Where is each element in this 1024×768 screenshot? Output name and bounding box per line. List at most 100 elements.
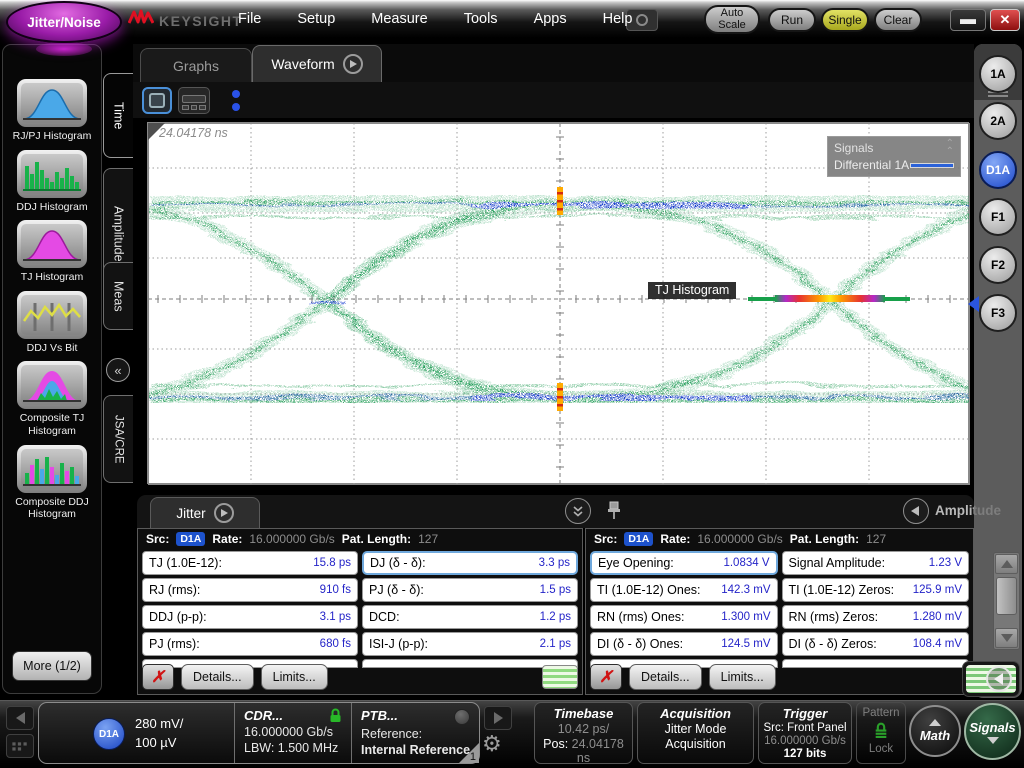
sidebar-item-tj-histogram[interactable]: TJ Histogram — [4, 220, 100, 284]
status-nav-right-button[interactable] — [484, 706, 512, 730]
tab-menu-button[interactable] — [343, 54, 363, 74]
signals-button[interactable]: Signals — [964, 703, 1021, 760]
tab-graphs[interactable]: Graphs — [140, 48, 252, 82]
more-graphs-button[interactable]: More (1/2) — [12, 651, 92, 681]
amplitude-remove-button[interactable]: ✗ — [590, 664, 622, 690]
waveform-display[interactable]: 24.04178 ns Signals ⌃⌃ Differential 1A T… — [147, 122, 969, 484]
cdr-section[interactable]: CDR... 16.000000 Gb/s LBW: 1.500 MHz — [234, 703, 351, 763]
signal-button-d1a[interactable]: D1A — [979, 151, 1017, 189]
vtab-meas[interactable]: Meas — [103, 262, 133, 330]
pin-icon — [606, 500, 622, 520]
close-icon: ✕ — [1000, 12, 1011, 28]
menu-tools[interactable]: Tools — [464, 11, 498, 27]
vtab-jsacre[interactable]: JSA/CRE — [103, 395, 133, 483]
amplitude-expand-button[interactable] — [903, 498, 929, 524]
measurement-cell-signal-amplitude[interactable]: Signal Amplitude:1.23 V — [782, 551, 970, 575]
ptb-section[interactable]: PTB... Reference: Internal Reference 1 — [351, 703, 479, 763]
status-nav-left-button[interactable] — [6, 706, 34, 730]
menu-setup[interactable]: Setup — [297, 11, 335, 27]
acquisition-section[interactable]: Acquisition Jitter Mode Acquisition — [637, 702, 754, 764]
restore-panel-button[interactable] — [962, 661, 1020, 697]
pin-results-button[interactable] — [606, 500, 622, 525]
right-arrow-icon — [494, 712, 503, 724]
channel-badge[interactable]: D1A — [93, 718, 125, 750]
source-badge: D1A — [624, 532, 653, 546]
measurement-cell-rj[interactable]: RJ (rms):910 fs — [142, 578, 358, 602]
green-bars-histogram-icon — [17, 150, 87, 198]
close-button[interactable]: ✕ — [990, 9, 1020, 31]
sidebar-item-composite-ddj-histogram[interactable]: Composite DDJ Histogram — [4, 445, 100, 521]
jitter-display-toggle[interactable] — [542, 665, 578, 689]
jitter-details-button[interactable]: Details... — [181, 664, 254, 690]
rate-label: Rate: — [660, 532, 690, 546]
channel-section[interactable]: D1A 280 mV/ 100 µV — [39, 703, 234, 763]
jitter-limits-button[interactable]: Limits... — [261, 664, 328, 690]
jitter-tab-menu-button[interactable] — [214, 503, 234, 523]
measurement-cell-pj-dd[interactable]: PJ (δ - δ):1.5 ps — [362, 578, 578, 602]
measurement-cell-di-zeros[interactable]: DI (δ - δ) Zeros:108.4 mV — [782, 632, 970, 656]
measurement-cell-dj[interactable]: DJ (δ - δ):3.3 ps — [362, 551, 578, 575]
measurement-cell-rn-zeros[interactable]: RN (rms) Zeros:1.280 mV — [782, 605, 970, 629]
tab-jitter[interactable]: Jitter — [150, 497, 260, 528]
scrollbar-thumb[interactable] — [996, 577, 1017, 615]
tj-histogram-annotation[interactable]: TJ Histogram — [648, 282, 736, 299]
jitter-remove-button[interactable]: ✗ — [142, 664, 174, 690]
amplitude-source-row: Src: D1A Rate: 16.000000 Gb/s Pat. Lengt… — [586, 529, 973, 549]
sidebar-item-ddj-vs-bit[interactable]: DDJ Vs Bit — [4, 291, 100, 355]
keysight-spark-icon — [128, 9, 154, 32]
measurement-cell-rn-ones[interactable]: RN (rms) Ones:1.300 mV — [590, 605, 778, 629]
menu-help[interactable]: Help — [603, 11, 633, 27]
amplitude-details-button[interactable]: Details... — [629, 664, 702, 690]
scroll-down-button[interactable] — [995, 628, 1018, 648]
measurement-cell-ddj[interactable]: DDJ (p-p):3.1 ps — [142, 605, 358, 629]
measurement-cell-di-ones[interactable]: DI (δ - δ) Ones:124.5 mV — [590, 632, 778, 656]
measurement-cell-isij[interactable]: ISI-J (p-p):2.1 ps — [362, 632, 578, 656]
signal-button-2a[interactable]: 2A — [979, 102, 1017, 140]
minimize-button[interactable]: ▬ — [950, 9, 986, 31]
results-scrollbar[interactable] — [993, 552, 1020, 650]
graph-sidebar: RJ/PJ Histogram DDJ Histogram TJ Histogr… — [2, 44, 102, 694]
menu-apps[interactable]: Apps — [534, 11, 567, 27]
pattern-lock-section[interactable]: Pattern Lock — [856, 702, 906, 764]
math-button[interactable]: Math — [909, 705, 961, 757]
timebase-section[interactable]: Timebase 10.42 ps/ Pos: 24.04178 ns — [534, 702, 633, 764]
settings-button[interactable]: ⚙ — [482, 731, 502, 757]
measurement-cell-pj-rms[interactable]: PJ (rms):680 fs — [142, 632, 358, 656]
signal-button-f3[interactable]: F3 — [979, 294, 1017, 332]
collapse-sidebar-button[interactable]: « — [106, 358, 130, 382]
trigger-src: Src: Front Panel — [759, 722, 851, 734]
signal-button-f1[interactable]: F1 — [979, 198, 1017, 236]
trigger-section[interactable]: Trigger Src: Front Panel 16.000000 Gb/s … — [758, 702, 852, 764]
measurement-cell-ti-zeros[interactable]: TI (1.0E-12) Zeros:125.9 mV — [782, 578, 970, 602]
menu-measure[interactable]: Measure — [371, 11, 427, 27]
single-button[interactable]: Single — [821, 8, 869, 32]
tab-waveform[interactable]: Waveform — [252, 45, 382, 82]
camera-icon — [636, 14, 648, 26]
signal-button-1a[interactable]: 1A — [979, 55, 1017, 93]
scroll-up-button[interactable] — [995, 554, 1018, 574]
sidebar-item-rjpj-histogram[interactable]: RJ/PJ Histogram — [4, 79, 100, 143]
single-pane-layout-button[interactable] — [142, 87, 172, 114]
measurement-cell-eye-opening[interactable]: Eye Opening:1.0834 V — [590, 551, 778, 575]
measurement-cell-ti-ones[interactable]: TI (1.0E-12) Ones:142.3 mV — [590, 578, 778, 602]
menu-file[interactable]: File — [238, 11, 261, 27]
collapse-results-button[interactable] — [565, 498, 591, 524]
run-button[interactable]: Run — [768, 8, 816, 32]
tj-histogram-marker — [748, 295, 910, 302]
vtab-time[interactable]: Time — [103, 73, 133, 158]
amplitude-limits-button[interactable]: Limits... — [709, 664, 776, 690]
signals-legend[interactable]: Signals ⌃⌃ Differential 1A — [827, 136, 961, 177]
sidebar-item-composite-tj-histogram[interactable]: Composite TJ Histogram — [4, 361, 100, 437]
clear-button[interactable]: Clear — [874, 8, 922, 32]
auto-scale-button[interactable]: Auto Scale — [704, 5, 760, 34]
status-grid-button[interactable]: ▪▪▪▪▪ — [6, 734, 34, 758]
app-badge[interactable]: Jitter/Noise — [6, 1, 122, 43]
back-icon — [994, 673, 1003, 685]
measurement-cell-tj[interactable]: TJ (1.0E-12):15.8 ps — [142, 551, 358, 575]
sidebar-item-ddj-histogram[interactable]: DDJ Histogram — [4, 150, 100, 214]
signal-button-f2[interactable]: F2 — [979, 246, 1017, 284]
ptb-reference-value: Internal Reference — [361, 743, 471, 757]
multi-pane-layout-button[interactable] — [178, 87, 210, 114]
measurement-cell-dcd[interactable]: DCD:1.2 ps — [362, 605, 578, 629]
chevron-up-double-icon[interactable]: ⌃⌃ — [946, 140, 954, 156]
